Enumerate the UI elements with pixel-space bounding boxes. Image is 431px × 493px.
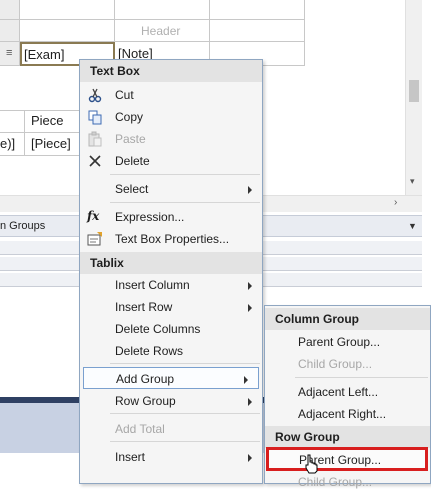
- submenu-header-column-group: Column Group: [265, 308, 430, 330]
- properties-icon: [87, 232, 102, 246]
- menu-item-label: Add Group: [116, 372, 175, 386]
- add-group-submenu: Column Group Parent Group... Child Group…: [264, 305, 431, 489]
- tablix-grid: Header ≡ [Exam] [Note]: [0, 0, 305, 66]
- copy-icon: [88, 110, 102, 125]
- menu-separator: [110, 202, 260, 203]
- menu-item-label: Paste: [115, 132, 146, 146]
- divider: [0, 155, 80, 156]
- menu-item-select[interactable]: Select: [80, 178, 262, 200]
- grid-cell[interactable]: [210, 20, 305, 42]
- menu-separator: [295, 377, 428, 378]
- piece-cell-text: [Piece]: [31, 136, 71, 151]
- menu-item-label: Expression...: [115, 210, 185, 224]
- menu-item-textbox-properties[interactable]: Text Box Properties...: [80, 228, 262, 250]
- grid-cell[interactable]: [210, 0, 305, 20]
- menu-item-label: Child Group...: [298, 357, 373, 371]
- menu-item-adjacent-left[interactable]: Adjacent Left...: [265, 381, 430, 403]
- grid-cell[interactable]: [20, 20, 115, 42]
- row-handle-icon: ≡: [6, 47, 13, 59]
- menu-item-copy[interactable]: Copy: [80, 106, 262, 128]
- function-fx-icon: fx: [87, 209, 100, 223]
- row-handle[interactable]: ≡: [0, 42, 20, 66]
- menu-item-label: Text Box Properties...: [115, 232, 230, 246]
- menu-item-paste[interactable]: Paste: [80, 128, 262, 150]
- exam-textbox-text: [Exam]: [24, 47, 65, 62]
- hand-cursor-icon: [305, 454, 318, 474]
- menu-item-label: Select: [115, 182, 149, 196]
- menu-item-label: Cut: [115, 88, 134, 102]
- menu-item-label: Insert Column: [115, 278, 190, 292]
- menu-item-delete-rows[interactable]: Delete Rows: [80, 340, 262, 362]
- menu-item-label: Insert: [115, 450, 146, 464]
- menu-item-label: Delete Rows: [115, 344, 184, 358]
- menu-item-label: Delete Columns: [115, 322, 201, 336]
- submenu-arrow-icon: [248, 282, 252, 290]
- menu-item-label: Copy: [115, 110, 144, 124]
- header-cell[interactable]: Header: [115, 20, 210, 42]
- dropdown-arrow-icon[interactable]: ▼: [408, 221, 417, 231]
- menu-item-adjacent-right[interactable]: Adjacent Right...: [265, 403, 430, 425]
- menu-separator: [110, 174, 260, 175]
- submenu-arrow-icon: [248, 304, 252, 312]
- menu-item-insert[interactable]: Insert: [80, 446, 262, 468]
- row-handle[interactable]: [0, 0, 20, 20]
- menu-item-label: Child Group...: [298, 475, 373, 489]
- menu-separator: [110, 413, 260, 414]
- submenu-header-row-group: Row Group: [265, 426, 430, 448]
- submenu-arrow-icon: [244, 376, 248, 384]
- grid-cell[interactable]: [115, 0, 210, 20]
- menu-item-column-parent-group[interactable]: Parent Group...: [265, 331, 430, 353]
- menu-item-label: Insert Row: [115, 300, 173, 314]
- menu-item-label: Adjacent Right...: [298, 407, 387, 421]
- menu-item-label: Row Group: [115, 394, 176, 408]
- scroll-right-icon[interactable]: ›: [394, 197, 397, 208]
- menu-item-label: Add Total: [115, 422, 165, 436]
- menu-item-label: Adjacent Left...: [298, 385, 379, 399]
- menu-item-row-group[interactable]: Row Group: [80, 390, 262, 412]
- grid-cell[interactable]: [20, 0, 115, 20]
- menu-item-delete[interactable]: Delete: [80, 150, 262, 172]
- divider: [0, 132, 80, 133]
- header-cell-text: Header: [141, 24, 181, 38]
- context-menu: Text Box Cut Copy Paste Delete Select fx…: [79, 59, 263, 484]
- menu-header-text-box: Text Box: [80, 60, 262, 82]
- menu-item-row-parent-group[interactable]: Parent Group...: [266, 447, 428, 471]
- submenu-arrow-icon: [248, 454, 252, 462]
- menu-item-add-total[interactable]: Add Total: [80, 418, 262, 440]
- menu-item-column-child-group[interactable]: Child Group...: [265, 353, 430, 375]
- vertical-scrollbar[interactable]: ▾: [405, 0, 422, 195]
- menu-item-expression[interactable]: fx Expression...: [80, 206, 262, 228]
- menu-header-tablix: Tablix: [80, 252, 262, 274]
- menu-item-delete-columns[interactable]: Delete Columns: [80, 318, 262, 340]
- scroll-down-icon[interactable]: ▾: [410, 176, 415, 187]
- menu-item-add-group[interactable]: Add Group: [83, 367, 259, 389]
- menu-item-insert-column[interactable]: Insert Column: [80, 274, 262, 296]
- value-cell-text: e)]: [0, 136, 16, 151]
- menu-separator: [110, 441, 260, 442]
- menu-separator: [110, 363, 260, 364]
- divider: [0, 110, 80, 111]
- scissors-icon: [88, 88, 102, 103]
- menu-item-label: Delete: [115, 154, 150, 168]
- menu-item-insert-row[interactable]: Insert Row: [80, 296, 262, 318]
- menu-item-label: Parent Group...: [298, 335, 381, 349]
- menu-item-cut[interactable]: Cut: [80, 84, 262, 106]
- delete-x-icon: [89, 155, 101, 167]
- paste-icon: [88, 131, 102, 147]
- submenu-arrow-icon: [248, 186, 252, 194]
- scroll-thumb[interactable]: [409, 80, 419, 102]
- menu-item-row-child-group[interactable]: Child Group...: [265, 471, 430, 493]
- submenu-arrow-icon: [248, 398, 252, 406]
- piece-label: Piece: [31, 113, 64, 128]
- groups-label: n Groups: [0, 220, 46, 232]
- row-handle[interactable]: [0, 20, 20, 42]
